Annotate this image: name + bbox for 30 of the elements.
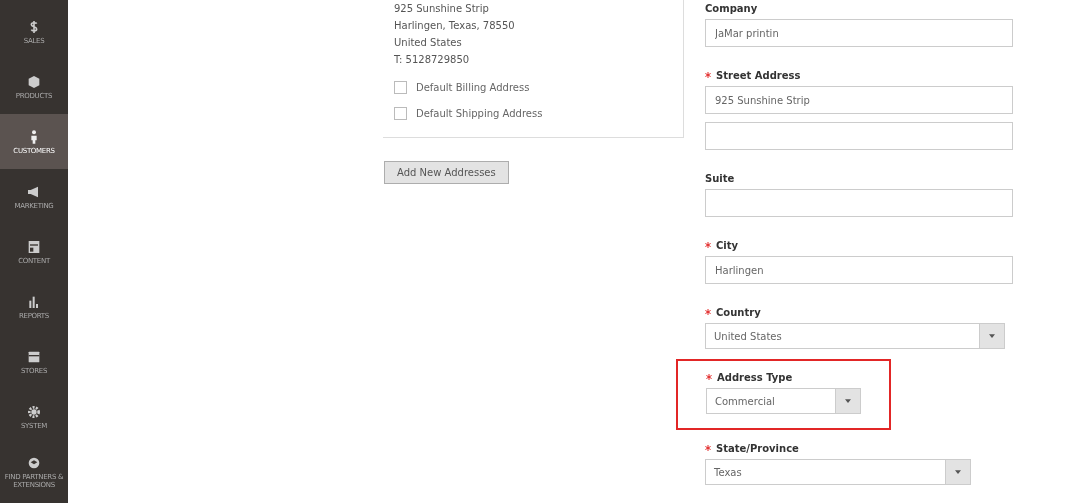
- input-field[interactable]: JaMar printin: [705, 19, 1013, 47]
- select-field[interactable]: United States: [705, 323, 1005, 349]
- cube-icon: [26, 73, 42, 90]
- checkbox-label: Default Billing Address: [416, 82, 530, 93]
- layout-icon: [26, 238, 42, 255]
- address-line: United States: [394, 36, 463, 50]
- add-addresses-button[interactable]: Add New Addresses: [384, 161, 509, 184]
- address-line: 925 Sunshine Strip: [394, 2, 490, 16]
- checkbox[interactable]: [394, 81, 407, 94]
- checkbox[interactable]: [394, 107, 407, 120]
- checkbox-label: Default Shipping Address: [416, 108, 543, 119]
- address-line: T: 5128729850: [394, 53, 471, 67]
- gear-icon: [26, 403, 42, 420]
- field-label: State/Province: [716, 442, 799, 454]
- caret-icon: [989, 334, 995, 338]
- field-label: Country: [716, 306, 761, 318]
- caret-icon: [955, 470, 961, 474]
- field-label: Company: [705, 2, 758, 14]
- field-label: City: [716, 239, 739, 251]
- address-line: Harlingen, Texas, 78550: [394, 19, 516, 33]
- caret-icon: [845, 399, 851, 403]
- input-field[interactable]: Harlingen: [705, 256, 1013, 284]
- input-field[interactable]: [705, 189, 1013, 217]
- select-field[interactable]: Commercial: [706, 388, 861, 414]
- input-field[interactable]: 925 Sunshine Strip: [705, 86, 1013, 114]
- field-label: Address Type: [717, 371, 793, 383]
- select-field[interactable]: Texas: [705, 459, 971, 485]
- field-label: Street Address: [716, 69, 801, 81]
- input-field[interactable]: [705, 122, 1013, 150]
- field-label: Suite: [705, 172, 735, 184]
